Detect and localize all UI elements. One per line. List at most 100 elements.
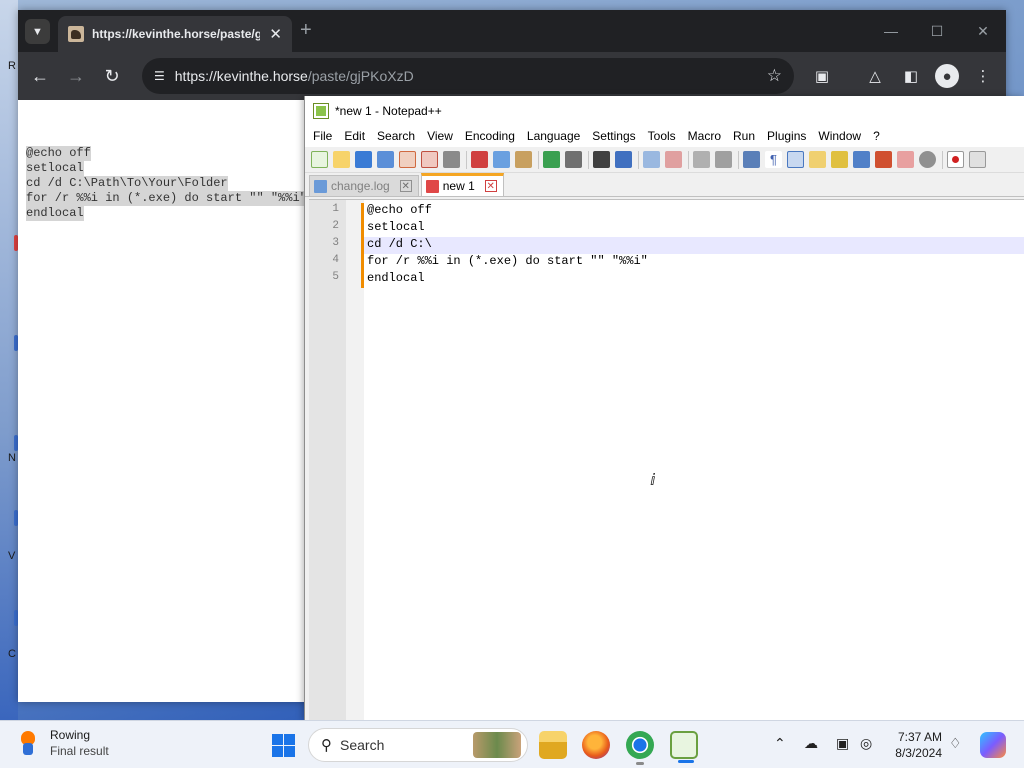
cut-icon[interactable] (471, 151, 488, 168)
language-icon[interactable] (809, 151, 826, 168)
maximize-icon[interactable]: ☐ (914, 10, 960, 52)
desktop-icon-label[interactable]: N (8, 452, 16, 464)
menu-window[interactable]: Window (818, 129, 861, 143)
minimize-icon[interactable]: — (868, 10, 914, 52)
find-icon[interactable] (593, 151, 610, 168)
copy-icon[interactable] (493, 151, 510, 168)
code-line[interactable]: setlocal (367, 220, 425, 234)
display-icon[interactable]: ▣ (836, 735, 849, 752)
npp-title-bar: *new 1 - Notepad++ (305, 96, 1024, 125)
close-icon[interactable]: ✕ (484, 180, 497, 192)
line-number: 3 (332, 237, 339, 249)
replace-icon[interactable] (615, 151, 632, 168)
chrome-icon[interactable] (626, 731, 654, 765)
firefox-icon[interactable] (582, 731, 610, 759)
plus-icon[interactable]: + (300, 19, 312, 42)
window-controls: — ☐ ✕ (868, 10, 1006, 52)
menu-file[interactable]: File (313, 129, 332, 143)
menu-search[interactable]: Search (377, 129, 415, 143)
zoom-in-icon[interactable] (643, 151, 660, 168)
taskbar-search[interactable]: ⚲ Search (308, 728, 528, 762)
save-icon[interactable] (355, 151, 372, 168)
save-all-icon[interactable] (377, 151, 394, 168)
toolbar-separator (688, 150, 689, 169)
menu-plugins[interactable]: Plugins (767, 129, 806, 143)
code-line[interactable]: cd /d C:\ (367, 237, 432, 251)
paste-icon[interactable] (515, 151, 532, 168)
copilot-icon[interactable] (980, 732, 1006, 758)
record-macro-icon[interactable] (919, 151, 936, 168)
menu-run[interactable]: Run (733, 129, 755, 143)
paste-content[interactable]: @echo off setlocal cd /d C:\Path\To\Your… (26, 146, 307, 221)
dropdown-icon[interactable]: ▼ (25, 19, 50, 44)
word-wrap-icon[interactable] (743, 151, 760, 168)
system-clock[interactable]: 7:37 AM 8/3/2024 (880, 729, 942, 761)
desktop-icon-label[interactable]: R (8, 60, 16, 72)
weather-widget[interactable]: Rowing Final result (18, 728, 109, 758)
new-file-icon[interactable] (311, 151, 328, 168)
sync-vertical-icon[interactable] (693, 151, 710, 168)
sidepanel-icon[interactable]: ◧ (899, 64, 923, 88)
menu-view[interactable]: View (427, 129, 453, 143)
menu-tools[interactable]: Tools (648, 129, 676, 143)
show-all-chars-icon[interactable]: ¶ (765, 151, 782, 168)
star-icon[interactable]: ☆ (767, 66, 782, 86)
close-icon[interactable]: ✕ (399, 180, 412, 192)
start-recording-icon[interactable] (947, 151, 964, 168)
undo-icon[interactable] (543, 151, 560, 168)
close-window-icon[interactable]: ✕ (960, 10, 1006, 52)
tab-new-1[interactable]: new 1 ✕ (420, 173, 504, 196)
current-line-highlight (364, 237, 1024, 254)
menu-edit[interactable]: Edit (344, 129, 365, 143)
npp-menu-bar: File Edit Search View Encoding Language … (305, 125, 1024, 147)
toolbar-separator (466, 150, 467, 169)
toolbar-separator (942, 150, 943, 169)
indent-guide-icon[interactable] (787, 151, 804, 168)
code-line[interactable]: for /r %%i in (*.exe) do start "" "%%i" (367, 254, 648, 268)
reload-icon[interactable]: ↻ (100, 64, 124, 88)
code-line[interactable]: @echo off (367, 203, 432, 217)
menu-encoding[interactable]: Encoding (465, 129, 515, 143)
close-all-icon[interactable] (421, 151, 438, 168)
tab-change-log[interactable]: change.log ✕ (309, 175, 419, 196)
doc-map-icon[interactable] (831, 151, 848, 168)
monitoring-icon[interactable] (897, 151, 914, 168)
profile-icon[interactable]: ● (935, 64, 959, 88)
menu-settings[interactable]: Settings (592, 129, 635, 143)
zoom-out-icon[interactable] (665, 151, 682, 168)
stop-recording-icon[interactable] (969, 151, 986, 168)
bell-icon[interactable]: ♢ (949, 735, 962, 752)
notepadpp-icon[interactable] (670, 731, 698, 763)
desktop-icon-label[interactable]: V (8, 550, 15, 562)
back-icon[interactable]: ← (28, 64, 52, 88)
code-line[interactable]: endlocal (367, 271, 425, 285)
labs-icon[interactable]: △ (863, 64, 887, 88)
browser-tab[interactable]: https://kevinthe.horse/paste/gjPKoXzD ✕ (58, 16, 292, 52)
redo-icon[interactable] (565, 151, 582, 168)
print-icon[interactable] (443, 151, 460, 168)
windows-start-icon[interactable] (272, 734, 295, 757)
explorer-icon[interactable] (539, 731, 567, 759)
close-file-icon[interactable] (399, 151, 416, 168)
sync-horizontal-icon[interactable] (715, 151, 732, 168)
editor-area[interactable]: 1 2 3 4 5 @echo off setlocal cd /d C:\ f… (309, 199, 1024, 720)
desktop-icon-label[interactable]: C (8, 648, 16, 660)
clock-date: 8/3/2024 (895, 746, 942, 760)
line-number: 4 (332, 254, 339, 266)
chevron-up-icon[interactable]: ⌃ (774, 735, 786, 752)
onedrive-icon[interactable]: ☁ (804, 735, 818, 752)
site-info-icon[interactable]: ☰ (154, 69, 165, 83)
function-list-icon[interactable] (853, 151, 870, 168)
close-icon[interactable]: ✕ (269, 25, 282, 43)
open-file-icon[interactable] (333, 151, 350, 168)
extensions-icon[interactable]: ▣ (810, 64, 834, 88)
menu-help[interactable]: ? (873, 129, 880, 143)
address-bar[interactable]: ☰ https://kevinthe.horse/paste/gjPKoXzD … (142, 58, 794, 94)
folder-workspace-icon[interactable] (875, 151, 892, 168)
forward-icon[interactable]: → (64, 64, 88, 88)
paste-line: endlocal (26, 206, 84, 221)
network-icon[interactable]: ◎ (860, 735, 872, 752)
menu-language[interactable]: Language (527, 129, 580, 143)
menu-icon[interactable]: ⋮ (971, 64, 995, 88)
menu-macro[interactable]: Macro (688, 129, 721, 143)
